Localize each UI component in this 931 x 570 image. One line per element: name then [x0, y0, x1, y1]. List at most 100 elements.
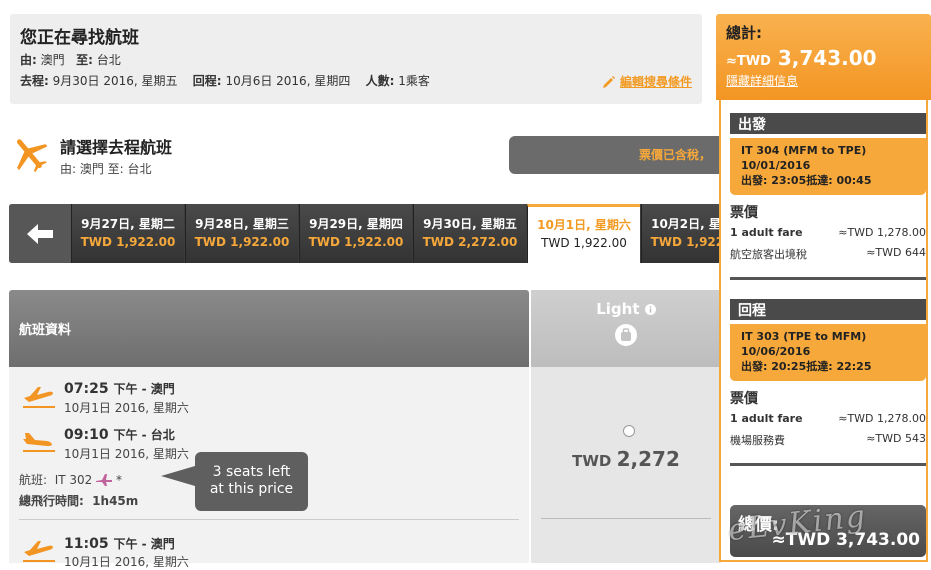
takeoff-icon [23, 387, 55, 408]
date-tab-price: TWD 1,922.00 [308, 235, 404, 249]
airline-plane-icon [96, 474, 113, 486]
flight-number-label: 航班: [19, 473, 48, 487]
prev-dates-button[interactable] [9, 204, 71, 263]
search-detail: 去程: 9月30日 2016, 星期五 回程: 10月6日 2016, 星期四 … [20, 72, 430, 89]
search-summary: 您正在尋找航班 由: 澳門 至: 台北 去程: 9月30日 2016, 星期五 … [10, 14, 702, 104]
from-label: 由: [20, 53, 37, 67]
light-fare-price: TWD 2,272 [531, 447, 721, 471]
plane-icon [16, 139, 48, 173]
date-tab-label: 10月2日, 星期日 [651, 217, 721, 231]
arrival-date: 10月1日 2016, 星期六 [64, 447, 189, 461]
inbound-head: 回程 [730, 299, 926, 320]
date-tab-selected[interactable]: 10月1日, 星期六 TWD 1,922.00 [527, 204, 640, 263]
date-tab-price: TWD 1,922.00 [80, 235, 176, 249]
date-tab-price: TWD 1,922.00 [194, 235, 290, 249]
date-tab[interactable]: 9月27日, 星期二 TWD 1,922.00 [71, 204, 184, 263]
inbound-flight: IT 303 (TPE to MFM) [741, 330, 867, 343]
return-label: 回程: [192, 74, 222, 88]
date-tab[interactable]: 10月2日, 星期日 TWD 1,922.00 [641, 204, 721, 263]
hide-details-link[interactable]: 隱藏詳細信息 [726, 72, 921, 89]
fare-row-value: ≈TWD 1,278.00 [838, 226, 926, 239]
tooltip-line: at this price [209, 481, 294, 497]
pencil-icon [602, 76, 615, 88]
flight-number-value: IT 302 [54, 473, 93, 487]
departure-place: 下午 - 澳門 [113, 382, 175, 396]
fare-row-label: 機場服務費 [730, 434, 785, 447]
departure-time-value: 07:25 [64, 381, 109, 397]
fare-row-value: ≈TWD 644 [866, 246, 926, 259]
total-header: 總計: ≈TWD 3,743.00 隱藏詳細信息 [716, 14, 931, 100]
date-selector: 9月27日, 星期二 TWD 1,922.00 9月28日, 星期三 TWD 1,9… [9, 204, 721, 263]
tooltip-line: 3 seats left [212, 464, 291, 480]
fare-radio[interactable] [623, 425, 635, 437]
inbound-fare-title: 票價 [730, 391, 758, 407]
departure-place: 下午 - 澳門 [113, 537, 175, 551]
departure-time: 11:05 下午 - 澳門 [64, 535, 175, 552]
section-subtitle: 由: 澳門 至: 台北 [60, 162, 152, 176]
edit-search-link[interactable]: 編輯搜尋條件 [602, 73, 692, 90]
to-label: 至: [76, 53, 93, 67]
date-tab-label: 9月30日, 星期五 [423, 217, 517, 231]
search-title: 您正在尋找航班 [20, 28, 139, 48]
date-tab[interactable]: 9月29日, 星期四 TWD 1,922.00 [299, 204, 412, 263]
date-tab-label: 9月27日, 星期二 [81, 217, 175, 231]
date-tab[interactable]: 9月28日, 星期三 TWD 1,922.00 [185, 204, 298, 263]
outbound-tax-row: 航空旅客出境稅 ≈TWD 644 [730, 246, 926, 262]
edit-search-label: 編輯搜尋條件 [619, 75, 692, 89]
flight-number-mark: * [115, 473, 122, 487]
total-currency: ≈TWD [726, 54, 771, 69]
fare-row-value: ≈TWD 1,278.00 [838, 412, 926, 425]
inbound-times: 出發: 20:25抵達: 22:25 [741, 360, 872, 373]
outbound-head: 出發 [730, 113, 926, 134]
total-amount-value: 3,743.00 [777, 46, 877, 70]
arrival-time-value: 09:10 [64, 427, 109, 443]
inbound-tax-row: 機場服務費 ≈TWD 543 [730, 432, 926, 448]
outbound-fare-row: 1 adult fare ≈TWD 1,278.00 [730, 226, 926, 239]
baggage-icon [615, 324, 637, 346]
flight-info-header: 航班資料 [9, 290, 529, 367]
light-fare-amount: 2,272 [616, 447, 680, 471]
arrival-place: 下午 - 台北 [113, 428, 175, 442]
flight-duration: 總飛行時間: 1h45m [19, 492, 138, 509]
departure-time-value: 11:05 [64, 536, 109, 552]
date-tab-price: TWD 2,272.00 [422, 235, 518, 249]
tax-info-banner: 票價已含稅， [509, 136, 729, 174]
arrow-left-icon [27, 223, 53, 244]
light-fare-currency: TWD [572, 452, 612, 470]
date-tab[interactable]: 9月30日, 星期五 TWD 2,272.00 [413, 204, 526, 263]
outbound-fare-title: 票價 [730, 205, 758, 221]
return-value: 10月6日 2016, 星期四 [225, 74, 351, 88]
inbound-flight-card: IT 303 (TPE to MFM) 10/06/2016 出發: 20:25… [730, 324, 926, 381]
to-value: 台北 [96, 53, 121, 67]
row-divider [541, 518, 711, 519]
depart-label: 去程: [20, 74, 49, 88]
duration-value: 1h45m [92, 494, 139, 508]
info-icon[interactable] [644, 304, 656, 315]
departure-date: 10月1日 2016, 星期六 [64, 401, 189, 415]
total-amount: ≈TWD 3,743.00 [726, 46, 921, 70]
fare-row-label: 1 adult fare [730, 412, 803, 425]
date-tab-label: 9月28日, 星期三 [195, 217, 289, 231]
fare-row-label: 航空旅客出境稅 [730, 248, 807, 261]
outbound-flight: IT 304 (MFM to TPE) [741, 144, 867, 157]
inbound-fare-row: 1 adult fare ≈TWD 1,278.00 [730, 412, 926, 425]
row-divider [19, 519, 519, 520]
outbound-flight-card: IT 304 (MFM to TPE) 10/01/2016 出發: 23:05… [730, 138, 926, 195]
total-details: 出發 IT 304 (MFM to TPE) 10/01/2016 出發: 23… [719, 100, 928, 562]
section-divider [730, 463, 926, 466]
light-fare-header: Light [531, 290, 721, 367]
date-tab-label: 9月29日, 星期四 [309, 217, 403, 231]
seats-left-tooltip: 3 seats left at this price [161, 452, 308, 511]
departure-time: 07:25 下午 - 澳門 [64, 380, 175, 397]
outbound-date: 10/01/2016 [741, 159, 811, 172]
takeoff-icon [23, 541, 55, 562]
depart-value: 9月30日 2016, 星期五 [52, 74, 178, 88]
section-divider [730, 277, 926, 280]
price-summary-panel: 總計: ≈TWD 3,743.00 隱藏詳細信息 出發 IT 304 (MFM … [716, 14, 931, 563]
pax-label: 人數: [365, 74, 395, 88]
fare-row-value: ≈TWD 543 [866, 432, 926, 445]
arrival-time: 09:10 下午 - 台北 [64, 426, 175, 443]
flight-number: 航班: IT 302 * [19, 471, 122, 488]
departure-date: 10月1日 2016, 星期六 [64, 555, 189, 569]
date-tab-label: 10月1日, 星期六 [537, 218, 631, 232]
